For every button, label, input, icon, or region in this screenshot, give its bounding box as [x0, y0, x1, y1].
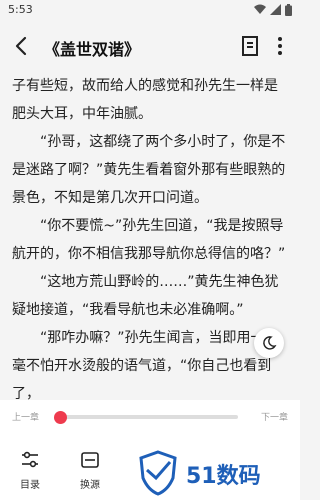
battery-icon	[285, 4, 292, 16]
more-vertical-icon[interactable]	[268, 34, 292, 58]
bookmark-book-icon[interactable]	[238, 34, 262, 58]
system-icons	[254, 4, 292, 16]
signal-icon	[270, 4, 281, 15]
night-mode-button[interactable]	[254, 328, 284, 358]
shield-icon	[139, 450, 177, 496]
paragraph: “你不要慌~”孙先生回道，“我是按照导航开的，你不相信我那导航你总得信的咯？”	[12, 218, 286, 262]
paragraph: “孙哥，这都绕了两个多小时了，你是不是迷路了啊？”黄先生看着窗外那有些眼熟的景色…	[12, 134, 286, 206]
switch-source-icon	[81, 452, 99, 468]
chapter-content[interactable]: 子有些短，故而给人的感觉和孙先生一样是肥头大耳，中年油腻。 “孙哥，这都绕了两个…	[0, 72, 300, 400]
moon-icon	[263, 336, 277, 350]
toc-button[interactable]: 目录	[10, 446, 50, 491]
switch-source-button[interactable]: 换源	[70, 446, 110, 491]
chapter-progress-slider[interactable]	[58, 415, 238, 419]
paragraph: “这地方荒山野岭的……”黄先生神色犹疑地接道，“我看导航也未必准确啊。”	[12, 274, 279, 318]
progress-slider-handle[interactable]	[54, 411, 67, 424]
watermark-logo: 51数码	[138, 448, 298, 498]
next-chapter-button[interactable]: 下一章	[261, 410, 288, 423]
back-arrow-icon[interactable]	[10, 34, 34, 58]
book-title: 《盖世双谐》	[44, 40, 141, 59]
status-time: 5:53	[8, 3, 33, 16]
paragraph: 子有些短，故而给人的感觉和孙先生一样是肥头大耳，中年油腻。	[12, 78, 278, 122]
sliders-icon	[22, 451, 38, 468]
prev-chapter-button[interactable]: 上一章	[12, 410, 39, 423]
status-bar: 5:53	[0, 0, 300, 20]
toc-label: 目录	[20, 480, 40, 491]
wifi-icon	[254, 4, 266, 14]
app-bar: 《盖世双谐》	[0, 20, 300, 72]
switch-source-label: 换源	[80, 480, 100, 491]
watermark-text: 51数码	[186, 464, 261, 489]
